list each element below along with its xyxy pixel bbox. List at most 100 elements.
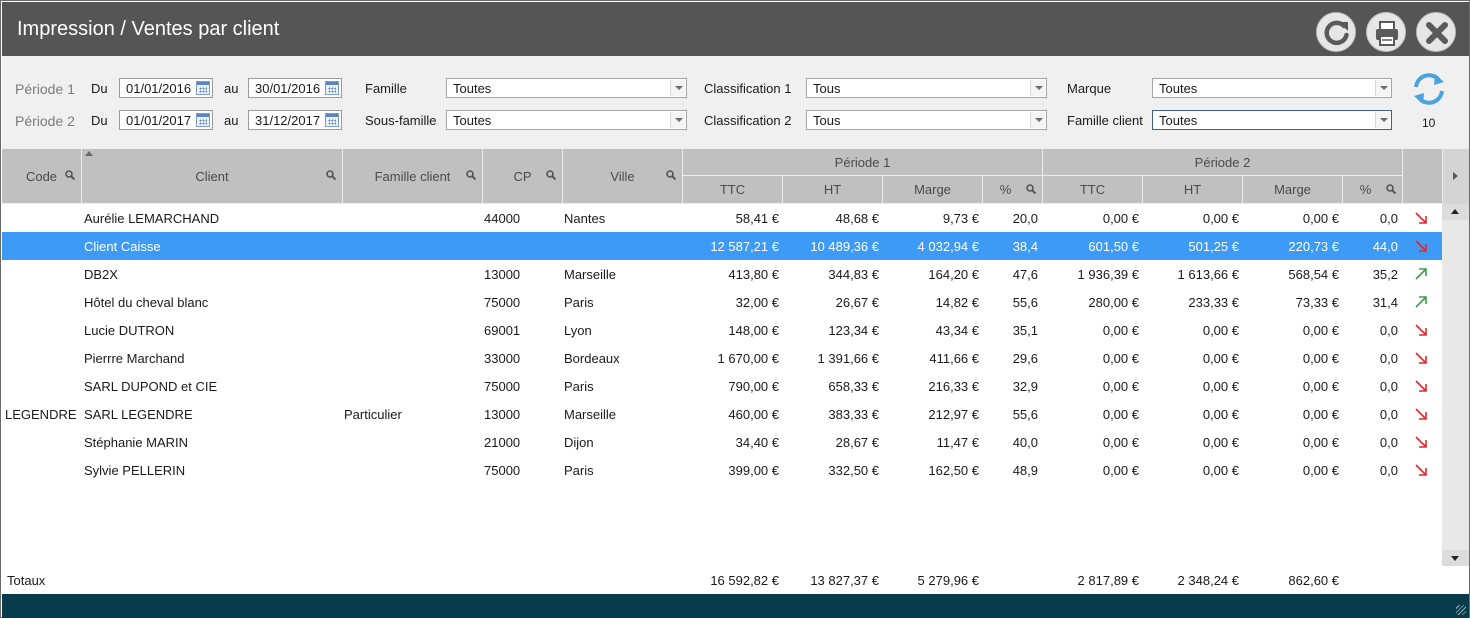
search-icon[interactable] [1386,184,1396,194]
column-header-client[interactable]: Client [82,149,343,204]
cell-p1-ht: 26,67 € [835,295,879,310]
search-icon[interactable] [65,170,75,180]
cell-p1-marge: 164,20 € [928,267,979,282]
sales-by-client-window: Impression / Ventes par client Période 1 [0,0,1470,618]
cell-p2-pct: 0,0 [1379,351,1398,366]
table-row[interactable]: DB2X 13000 Marseille 413,80 € 344,83 € 164,20… [2,260,1442,288]
column-header-p2-marge[interactable]: Marge [1243,176,1343,204]
search-icon[interactable] [546,170,556,180]
table-row[interactable]: Sylvie PELLERIN 75000 Paris 399,00 € 332,50 … [2,456,1442,484]
chevron-down-icon[interactable] [1030,80,1045,96]
cell-p2-ht: 0,00 € [1202,211,1239,226]
refresh-button[interactable] [1316,12,1356,52]
table-row[interactable]: Pierrre Marchand 33000 Bordeaux 1 670,00 € 1… [2,344,1442,372]
classification1-select[interactable]: Tous [806,78,1047,98]
scroll-up-button[interactable] [1442,204,1469,220]
period1-du-label: Du [91,81,108,96]
vertical-scrollbar[interactable] [1442,204,1469,566]
famille-client-value: Toutes [1159,113,1198,128]
table-row[interactable]: Hôtel du cheval blanc 75000 Paris 32,00 € 26… [2,288,1442,316]
cell-p1-marge: 14,82 € [935,295,979,310]
cell-ville: Paris [564,463,594,478]
chevron-down-icon[interactable] [670,112,685,128]
calendar-icon[interactable] [196,113,210,127]
classification2-select[interactable]: Tous [806,110,1047,130]
sous-famille-select[interactable]: Toutes [446,110,687,130]
client-table-body: Aurélie LEMARCHAND 44000 Nantes 58,41 € 48,6… [2,204,1442,566]
table-row[interactable]: Lucie DUTRON 69001 Lyon 148,00 € 123,34 € 43,… [2,316,1442,344]
cell-cp: 21000 [484,435,521,450]
column-header-famille-client-label: Famille client [374,169,451,184]
chevron-down-icon[interactable] [1375,80,1390,96]
cell-p1-ht: 383,33 € [828,407,879,422]
close-button[interactable] [1416,12,1456,52]
column-header-p1-marge-label: Marge [914,182,951,197]
search-icon[interactable] [666,170,676,180]
column-header-p2-pct[interactable]: % [1343,176,1403,204]
search-icon[interactable] [1026,184,1036,194]
period1-from-date[interactable]: 01/01/2016 [119,78,213,98]
cell-p1-marge: 212,97 € [928,407,979,422]
chevron-down-icon[interactable] [670,80,685,96]
column-header-code[interactable]: Code [2,149,82,204]
cell-p2-ttc: 280,00 € [1088,295,1139,310]
column-group-periode2: Période 2 [1043,149,1403,176]
period2-from-date[interactable]: 01/01/2017 [119,110,213,130]
cell-cp: 33000 [484,351,521,366]
sync-icon[interactable] [1410,70,1448,108]
column-header-p2-ttc[interactable]: TTC [1043,176,1143,204]
column-header-p2-ht[interactable]: HT [1143,176,1243,204]
column-header-p1-ht[interactable]: HT [783,176,883,204]
period1-from-value: 01/01/2016 [126,81,192,96]
search-icon[interactable] [326,170,336,180]
column-header-p1-ttc[interactable]: TTC [683,176,783,204]
table-row[interactable]: Aurélie LEMARCHAND 44000 Nantes 58,41 € 48,6… [2,204,1442,232]
calendar-icon[interactable] [196,81,210,95]
cell-p1-pct: 29,6 [1012,351,1038,366]
classification1-value: Tous [813,81,841,96]
cell-client: Client Caisse [84,239,161,254]
cell-p2-marge: 0,00 € [1302,323,1339,338]
column-header-p1-ht-label: HT [823,182,842,197]
column-header-ville[interactable]: Ville [563,149,683,204]
period2-to-date[interactable]: 31/12/2017 [248,110,342,130]
table-row[interactable]: Client Caisse 12 587,21 € 10 489,36 € 4 032… [2,232,1442,260]
famille-client-select[interactable]: Toutes [1152,110,1392,130]
search-icon[interactable] [466,170,476,180]
cell-p1-pct: 55,6 [1012,295,1038,310]
cell-p2-pct: 0,0 [1379,379,1398,394]
scroll-down-button[interactable] [1442,550,1469,566]
cell-cp: 44000 [484,211,521,226]
column-group-periode2-label: Période 2 [1194,155,1251,170]
table-row[interactable]: SARL DUPOND et CIE 75000 Paris 790,00 € 658,… [2,372,1442,400]
total-p1-marge: 5 279,96 € [917,573,979,588]
famille-select[interactable]: Toutes [446,78,687,98]
cell-p1-marge: 43,34 € [935,323,979,338]
scroll-right-button[interactable] [1443,149,1469,204]
cell-p2-ht: 0,00 € [1202,351,1239,366]
total-p2-ttc: 2 817,89 € [1077,573,1139,588]
period1-to-date[interactable]: 30/01/2016 [248,78,342,98]
calendar-icon[interactable] [325,81,339,95]
cell-code: LEGENDRE [5,407,77,422]
print-button[interactable] [1366,12,1406,52]
table-row[interactable]: LEGENDRE SARL LEGENDRE Particulier 13000 Mar… [2,400,1442,428]
column-header-cp[interactable]: CP [483,149,563,204]
cell-p1-ttc: 790,00 € [728,379,779,394]
sous-famille-label: Sous-famille [365,113,437,128]
total-p1-ht: 13 827,37 € [810,573,879,588]
sous-famille-value: Toutes [453,113,492,128]
column-header-p1-marge[interactable]: Marge [883,176,983,204]
chevron-down-icon[interactable] [1375,112,1390,128]
marque-select[interactable]: Toutes [1152,78,1392,98]
cell-p2-marge: 0,00 € [1302,351,1339,366]
chevron-down-icon[interactable] [1030,112,1045,128]
cell-client: Sylvie PELLERIN [84,463,186,478]
refresh-icon [1324,20,1349,46]
column-header-famille-client[interactable]: Famille client [343,149,483,204]
resize-grip[interactable] [1456,605,1466,615]
table-row[interactable]: Stéphanie MARIN 21000 Dijon 34,40 € 28,67 € 1… [2,428,1442,456]
calendar-icon[interactable] [325,113,339,127]
cell-p1-pct: 38,4 [1012,239,1038,254]
column-header-p1-pct[interactable]: % [983,176,1043,204]
